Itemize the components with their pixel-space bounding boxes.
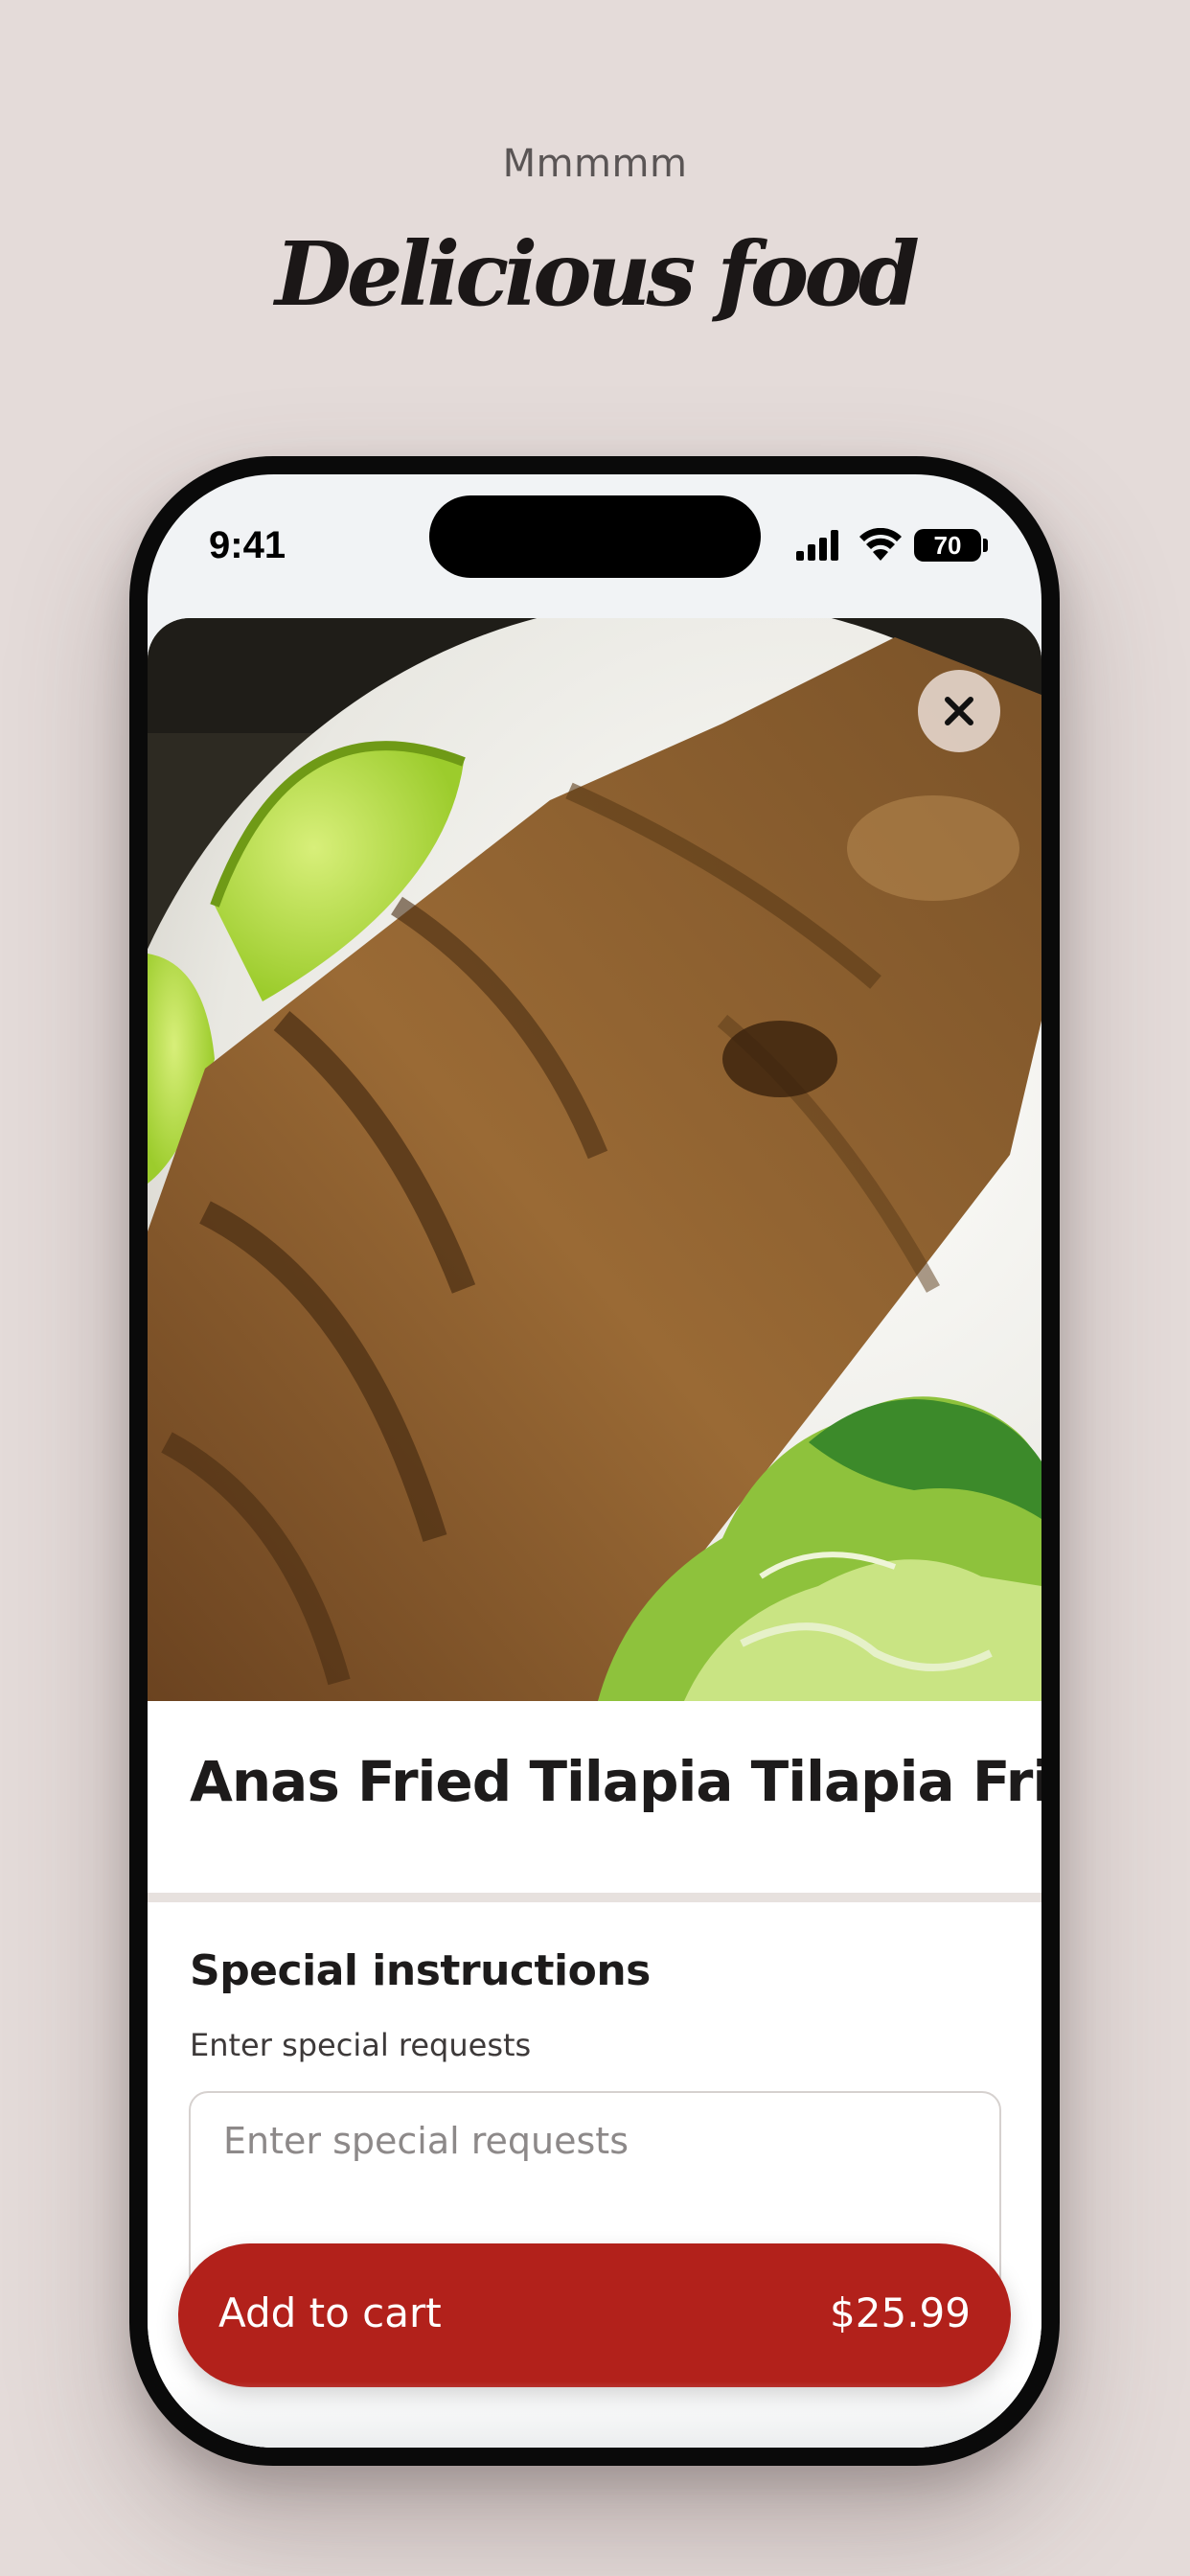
battery-tip [983,539,988,552]
status-bar: 9:41 70 [148,474,1041,618]
item-detail-sheet: Anas Fried Tilapia Tilapia Frita Special… [148,618,1041,2448]
signal-icon [796,530,846,561]
add-to-cart-label: Add to cart [218,2289,442,2336]
cart-price: $25.99 [830,2289,971,2336]
phone-frame: 9:41 70 Anas Fried Tilapia Tilapia Frita… [129,456,1060,2466]
battery-icon: 70 [914,529,981,562]
page-headline: Delicious food [275,222,920,326]
item-title: Anas Fried Tilapia Tilapia Frita [190,1749,1041,1814]
eyebrow-text: Mmmmm [502,142,688,186]
special-instructions-subtitle: Enter special requests [190,2027,532,2063]
phone-screen: 9:41 70 Anas Fried Tilapia Tilapia Frita… [148,474,1041,2448]
food-photo [148,618,1041,1701]
section-divider [148,1893,1041,1902]
close-icon [945,697,973,725]
bottom-fade [148,2381,1041,2448]
add-to-cart-button[interactable]: Add to cart $25.99 [178,2243,1011,2387]
status-time: 9:41 [209,524,286,566]
special-instructions-title: Special instructions [190,1946,651,1995]
dynamic-island [429,495,761,578]
close-button[interactable] [918,670,1000,752]
wifi-icon [858,527,903,561]
